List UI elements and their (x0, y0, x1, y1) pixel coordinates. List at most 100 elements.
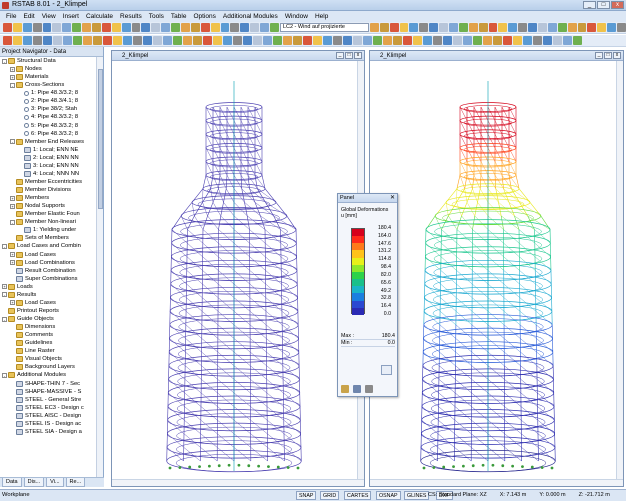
tree-item[interactable]: - Structural Data (0, 57, 96, 65)
toolbar-button-icon[interactable] (22, 23, 32, 32)
view-window-right[interactable]: 2_Klimpel _ □ x (369, 50, 624, 487)
tree-item[interactable]: SHAPE-MASSIVE - S (0, 388, 96, 396)
toolbar-button-icon[interactable] (181, 23, 190, 32)
collapse-icon[interactable]: - (2, 316, 7, 322)
expand-icon[interactable]: + (10, 195, 15, 201)
toolbar-button-icon[interactable] (557, 23, 567, 32)
mode-glines[interactable]: GLINES (404, 491, 430, 500)
tree-item[interactable]: Comments (0, 331, 96, 339)
scroll-thumb[interactable] (98, 69, 103, 209)
menu-item-insert[interactable]: Insert (63, 13, 79, 20)
toolbar-button-icon[interactable] (413, 36, 422, 45)
toolbar-button-icon[interactable] (363, 36, 372, 45)
toolbar-button-icon[interactable] (528, 23, 538, 32)
collapse-icon[interactable]: - (2, 292, 7, 298)
view-min-button[interactable]: _ (336, 52, 344, 59)
toolbar-button-icon[interactable] (393, 36, 402, 45)
toolbar-button-icon[interactable] (383, 36, 392, 45)
toolbar-button-icon[interactable] (3, 23, 12, 32)
toolbar-button-icon[interactable] (73, 36, 82, 45)
toolbar-button-icon[interactable] (13, 36, 22, 45)
menu-item-edit[interactable]: Edit (23, 13, 34, 20)
menu-item-calculate[interactable]: Calculate (86, 13, 113, 20)
toolbar-button-icon[interactable] (419, 23, 429, 32)
menu-item-table[interactable]: Table (171, 13, 187, 20)
expand-icon[interactable]: + (10, 66, 15, 72)
toolbar-button-icon[interactable] (543, 36, 552, 45)
navigator-tab-1[interactable]: Dis... (23, 478, 45, 487)
tree-item[interactable]: 2: Local; ENN NN (0, 154, 96, 162)
tree-item[interactable]: 1: Local; ENN NE (0, 146, 96, 154)
collapse-icon[interactable]: - (2, 243, 7, 249)
tree-item[interactable]: STEEL - General Stre (0, 396, 96, 404)
toolbar-button-icon[interactable] (523, 36, 532, 45)
tree-item[interactable]: - Load Cases and Combin (0, 242, 96, 250)
tree-item[interactable]: + Loads (0, 283, 96, 291)
toolbar-button-icon[interactable] (313, 36, 322, 45)
toolbar-button-icon[interactable] (190, 23, 200, 32)
toolbar-button-icon[interactable] (498, 23, 508, 32)
toolbar-button-icon[interactable] (293, 36, 302, 45)
tree-item[interactable]: 5: Pipe 48.3/3.2; 8 (0, 122, 96, 130)
view-max-button[interactable]: □ (345, 52, 353, 59)
toolbar-button-icon[interactable] (233, 36, 242, 45)
toolbar-button-icon[interactable] (379, 23, 389, 32)
toolbar-button-icon[interactable] (210, 23, 220, 32)
expand-icon[interactable]: + (10, 74, 15, 80)
toolbar-button-icon[interactable] (503, 36, 512, 45)
collapse-icon[interactable]: - (10, 139, 15, 145)
tree-item[interactable]: + Load Combinations (0, 259, 96, 267)
toolbar-button-icon[interactable] (203, 36, 212, 45)
tree-item[interactable]: STEEL AISC - Design (0, 412, 96, 420)
toolbar-button-icon[interactable] (260, 23, 270, 32)
collapse-icon[interactable]: - (10, 82, 15, 88)
toolbar-button-icon[interactable] (597, 23, 607, 32)
expand-icon[interactable]: + (10, 260, 15, 266)
toolbar-button-icon[interactable] (468, 23, 478, 32)
tree-item[interactable]: STEEL IS - Design ac (0, 420, 96, 428)
tree-item[interactable]: - Member End Releases (0, 138, 96, 146)
toolbar-button-icon[interactable] (389, 23, 399, 32)
toolbar-button-icon[interactable] (403, 36, 412, 45)
results-panel[interactable]: Panel ✕ Global Deformations u [mm] 180.4 16… (337, 193, 398, 397)
toolbar-button-icon[interactable] (573, 36, 582, 45)
toolbar-button-icon[interactable] (458, 23, 468, 32)
tree-item[interactable]: + Nodes (0, 65, 96, 73)
toolbar-button-icon[interactable] (23, 36, 32, 45)
tree-item[interactable]: Sets of Members (0, 234, 96, 242)
menu-item-additional-modules[interactable]: Additional Modules (223, 13, 278, 20)
panel-settings-button[interactable] (365, 385, 373, 393)
toolbar-button-icon[interactable] (463, 36, 472, 45)
maximize-button[interactable]: □ (597, 1, 610, 9)
view-min-button[interactable]: _ (595, 52, 603, 59)
toolbar-button-icon[interactable] (72, 23, 82, 32)
toolbar-button-icon[interactable] (143, 36, 152, 45)
toolbar-button-icon[interactable] (439, 23, 449, 32)
toolbar-button-icon[interactable] (32, 23, 42, 32)
tree-item[interactable]: + Materials (0, 73, 96, 81)
toolbar-button-icon[interactable] (121, 23, 131, 32)
toolbar-button-icon[interactable] (92, 23, 101, 32)
toolbar-button-icon[interactable] (153, 36, 162, 45)
toolbar-button-icon[interactable] (587, 23, 597, 32)
toolbar-button-icon[interactable] (343, 36, 352, 45)
toolbar-button-icon[interactable] (577, 23, 587, 32)
tree-item[interactable]: + Load Cases (0, 251, 96, 259)
toolbar-button-icon[interactable] (183, 36, 192, 45)
toolbar-button-icon[interactable] (553, 36, 562, 45)
toolbar-button-icon[interactable] (161, 23, 171, 32)
toolbar-button-icon[interactable] (409, 23, 419, 32)
toolbar-button-icon[interactable] (373, 36, 382, 45)
tree-item[interactable]: Super Combinations (0, 275, 96, 283)
tree-item[interactable]: STEEL SIA - Design a (0, 428, 96, 436)
toolbar-button-icon[interactable] (173, 36, 182, 45)
tree-item[interactable]: Member Elastic Foun (0, 210, 96, 218)
tree-item[interactable]: + Nodal Supports (0, 202, 96, 210)
toolbar-button-icon[interactable] (133, 36, 142, 45)
mode-osnap[interactable]: OSNAP (376, 491, 401, 500)
toolbar-button-icon[interactable] (213, 36, 222, 45)
toolbar-button-icon[interactable] (443, 36, 452, 45)
toolbar-button-icon[interactable] (429, 23, 439, 32)
toolbar-button-icon[interactable] (547, 23, 557, 32)
toolbar-button-icon[interactable] (43, 36, 52, 45)
